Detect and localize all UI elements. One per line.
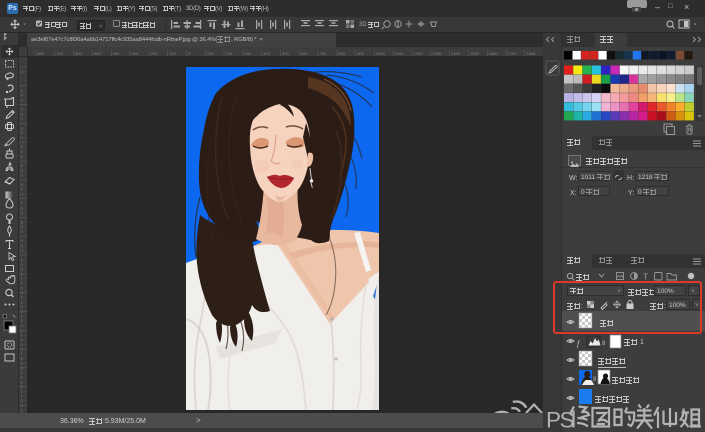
svg-text:f: f xyxy=(577,339,581,348)
svg-text:PS: PS xyxy=(546,408,574,432)
svg-text:0: 0 xyxy=(21,97,24,102)
svg-text:0: 0 xyxy=(21,154,24,159)
svg-text:0: 0 xyxy=(21,116,24,121)
svg-text:1000: 1000 xyxy=(376,51,386,56)
svg-text:100: 100 xyxy=(169,51,176,56)
svg-text:1200: 1200 xyxy=(414,51,424,56)
svg-text:0: 0 xyxy=(21,248,24,253)
svg-text:T: T xyxy=(643,272,648,282)
svg-text:8: 8 xyxy=(602,341,606,347)
svg-text:800: 800 xyxy=(38,51,45,56)
svg-text:1500: 1500 xyxy=(470,51,480,56)
svg-text:700: 700 xyxy=(320,51,327,56)
svg-text:1400: 1400 xyxy=(451,51,461,56)
svg-text:0: 0 xyxy=(188,51,191,56)
svg-text:0: 0 xyxy=(21,69,24,74)
svg-text:300: 300 xyxy=(244,51,251,56)
svg-text:0: 0 xyxy=(21,135,24,140)
svg-text:0: 0 xyxy=(21,173,24,178)
svg-text:1800: 1800 xyxy=(526,51,536,56)
svg-text:400: 400 xyxy=(113,51,120,56)
svg-text:500: 500 xyxy=(94,51,101,56)
svg-text:8: 8 xyxy=(593,377,597,383)
svg-text:0: 0 xyxy=(21,210,24,215)
svg-text:0: 0 xyxy=(21,191,24,196)
svg-text:400: 400 xyxy=(263,51,270,56)
svg-text:300: 300 xyxy=(132,51,139,56)
svg-text:600: 600 xyxy=(301,51,308,56)
svg-text:1300: 1300 xyxy=(432,51,442,56)
svg-text:1600: 1600 xyxy=(489,51,499,56)
svg-text:1700: 1700 xyxy=(508,51,518,56)
svg-text:900: 900 xyxy=(357,51,364,56)
svg-text:500: 500 xyxy=(282,51,289,56)
svg-text:1100: 1100 xyxy=(395,51,404,56)
svg-text:100: 100 xyxy=(207,51,214,56)
svg-text:600: 600 xyxy=(75,51,82,56)
svg-text:700: 700 xyxy=(56,51,63,56)
svg-text:200: 200 xyxy=(150,51,157,56)
svg-text:0: 0 xyxy=(21,229,24,234)
svg-text:200: 200 xyxy=(226,51,233,56)
svg-text:800: 800 xyxy=(338,51,345,56)
